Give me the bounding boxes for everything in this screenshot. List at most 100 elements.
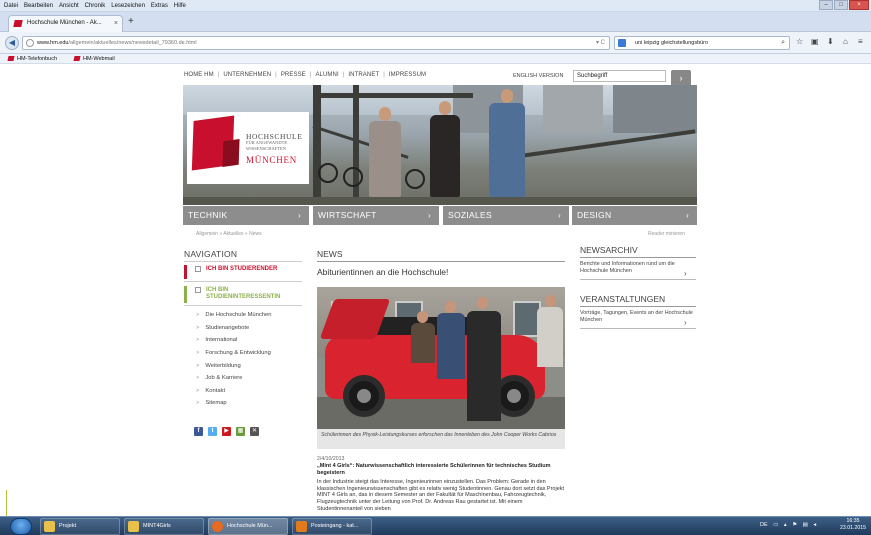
- network-icon[interactable]: ▤: [803, 522, 808, 528]
- topnav-home[interactable]: HOME HM: [184, 72, 214, 78]
- clock-date: 23.01.2015: [840, 525, 866, 531]
- nav-item-forschung[interactable]: > Forschung & Entwicklung: [196, 350, 271, 356]
- star-icon[interactable]: ☆: [796, 37, 803, 46]
- maximize-icon[interactable]: □: [834, 0, 848, 10]
- nav-item-label: Forschung & Entwicklung: [205, 350, 271, 356]
- nav-studieninteressentin[interactable]: ICH BIN STUDIENINTERESSENTIN: [184, 286, 302, 303]
- divider: [580, 257, 696, 258]
- newsarchiv-heading[interactable]: NEWSARCHIV: [580, 245, 638, 255]
- url-bar[interactable]: www.hm.edu/allgemein/aktuelles/news/news…: [22, 36, 610, 50]
- bookmark-telefonbuch[interactable]: HM-Telefonbuch: [7, 54, 57, 64]
- chevron-right-icon[interactable]: ›: [684, 318, 687, 327]
- taskbar-outlook[interactable]: Posteingang - kat...: [292, 518, 372, 535]
- nav-item-kontakt[interactable]: > Kontakt: [196, 388, 225, 394]
- keyboard-icon[interactable]: ▭: [773, 522, 778, 528]
- nav-item-international[interactable]: > International: [196, 337, 237, 343]
- article-date: 2/4/10/2013: [317, 456, 345, 462]
- newsarchiv-text[interactable]: Berichte und Informationen rund um die H…: [580, 261, 700, 275]
- veranstaltungen-heading[interactable]: VERANSTALTUNGEN: [580, 294, 665, 304]
- topnav-presse[interactable]: PRESSE: [281, 72, 306, 78]
- topnav-impressum[interactable]: IMPRESSUM: [389, 72, 426, 78]
- reload-icon[interactable]: ▾ C: [596, 37, 605, 49]
- photo-caption: Schülerinnen des Physik-Leistungskurses …: [317, 429, 565, 449]
- nav-item-label: Studienangebote: [205, 325, 250, 331]
- logo-text-subtitle: FÜR ANGEWANDTE WISSENSCHAFTEN: [246, 140, 288, 151]
- browser-search-field[interactable]: uni leipzig gleichstellungsbüro ⌕: [614, 36, 790, 50]
- menu-hilfe[interactable]: Hilfe: [174, 0, 186, 12]
- category-wirtschaft[interactable]: WIRTSCHAFT ›: [313, 206, 439, 225]
- nav-item-label: Weiterbildung: [205, 363, 241, 369]
- start-button-icon[interactable]: [10, 518, 32, 535]
- checkbox-icon: [195, 287, 201, 293]
- site-search-input[interactable]: Suchbegriff: [573, 70, 666, 82]
- clock[interactable]: 16:35 23.01.2015: [838, 518, 868, 532]
- menu-icon[interactable]: ≡: [858, 37, 863, 46]
- system-tray: DE ▭ ▴ ⚑ ▤ ◂: [760, 518, 816, 535]
- menu-extras[interactable]: Extras: [151, 0, 168, 12]
- nav-item-weiterbildung[interactable]: > Weiterbildung: [196, 363, 241, 369]
- youtube-icon[interactable]: ▶: [222, 427, 231, 436]
- new-tab-button[interactable]: +: [128, 16, 134, 28]
- twitter-icon[interactable]: t: [208, 427, 217, 436]
- menu-bearbeiten[interactable]: Bearbeiten: [24, 0, 53, 12]
- chevron-right-icon: ›: [298, 211, 301, 220]
- search-engine-icon[interactable]: [618, 39, 626, 47]
- reader-link[interactable]: Reader minieren: [648, 231, 685, 237]
- topnav-intranet[interactable]: INTRANET: [348, 72, 379, 78]
- download-icon[interactable]: ⬇: [827, 37, 834, 46]
- image-gallery-icon[interactable]: ▦: [236, 427, 245, 436]
- menu-ansicht[interactable]: Ansicht: [59, 0, 79, 12]
- divider: [184, 305, 302, 306]
- chevron-right-icon[interactable]: ›: [684, 269, 687, 278]
- clipboard-icon[interactable]: ▣: [811, 37, 819, 46]
- nav-studieninteressentin-label: ICH BIN STUDIENINTERESSENTIN: [206, 287, 281, 300]
- flag-icon[interactable]: ⚑: [792, 522, 797, 528]
- taskbar-projekt[interactable]: Projekt: [40, 518, 120, 535]
- bookmark-webmail[interactable]: HM-Webmail: [73, 54, 115, 64]
- web-page: HOME HM | UNTERNEHMEN | PRESSE | ALUMNI | INTRAN…: [0, 65, 871, 516]
- language-indicator[interactable]: DE: [760, 522, 768, 528]
- hm-bookmark-icon: [7, 56, 15, 61]
- volume-icon[interactable]: ◂: [813, 522, 816, 528]
- tab-hochschule[interactable]: Hochschule München - Ak... ×: [8, 15, 123, 32]
- nav-studierender[interactable]: ICH BIN STUDIERENDER: [184, 265, 302, 279]
- facebook-icon[interactable]: f: [194, 427, 203, 436]
- nav-item-studienangebote[interactable]: > Studienangebote: [196, 325, 249, 331]
- nav-item-hochschule[interactable]: > Die Hochschule München: [196, 312, 271, 318]
- taskbar-mint4girls[interactable]: MINT4Girls: [124, 518, 204, 535]
- tab-close-icon[interactable]: ×: [114, 16, 118, 31]
- category-soziales[interactable]: SOZIALES ›: [443, 206, 569, 225]
- minimize-icon[interactable]: –: [819, 0, 833, 10]
- logo-text-muenchen: MÜNCHEN: [246, 155, 298, 165]
- nav-item-sitemap[interactable]: > Sitemap: [196, 400, 227, 406]
- close-window-icon[interactable]: ×: [849, 0, 869, 10]
- checkbox-icon: [195, 266, 201, 272]
- xing-icon[interactable]: ✕: [250, 427, 259, 436]
- taskbar-firefox[interactable]: Hochschule Mün...: [208, 518, 288, 535]
- category-label: WIRTSCHAFT: [318, 210, 377, 220]
- menu-chronik[interactable]: Chronik: [85, 0, 106, 12]
- hm-logo[interactable]: HOCHSCHULE FÜR ANGEWANDTE WISSENSCHAFTEN…: [187, 112, 309, 184]
- topnav-alumni[interactable]: ALUMNI: [315, 72, 338, 78]
- nav-item-label: Sitemap: [205, 400, 227, 406]
- back-arrow-icon[interactable]: ◀: [5, 36, 19, 50]
- category-design[interactable]: DESIGN ›: [572, 206, 697, 225]
- taskbar-label: MINT4Girls: [143, 523, 171, 529]
- nav-item-karriere[interactable]: > Job & Karriere: [196, 375, 242, 381]
- arrow-up-icon[interactable]: ▴: [784, 522, 787, 528]
- url-host: www.hm.edu: [37, 40, 69, 46]
- menu-datei[interactable]: Datei: [4, 0, 18, 12]
- globe-icon: [26, 39, 34, 47]
- veranstaltungen-text[interactable]: Vorträge, Tagungen, Events an der Hochsc…: [580, 310, 700, 324]
- search-icon[interactable]: ⌕: [781, 37, 785, 49]
- home-icon[interactable]: ⌂: [843, 37, 848, 46]
- taskbar: Projekt MINT4Girls Hochschule Mün... Pos…: [0, 516, 871, 535]
- top-navigation: HOME HM | UNTERNEHMEN | PRESSE | ALUMNI | INTRAN…: [184, 72, 427, 78]
- topnav-unternehmen[interactable]: UNTERNEHMEN: [223, 72, 271, 78]
- category-technik[interactable]: TECHNIK ›: [183, 206, 309, 225]
- taskbar-label: Posteingang - kat...: [311, 523, 359, 529]
- english-version-link[interactable]: ENGLISH VERSION: [513, 73, 563, 79]
- menu-lesezeichen[interactable]: Lesezeichen: [111, 0, 145, 12]
- category-label: SOZIALES: [448, 210, 492, 220]
- breadcrumb[interactable]: Allgemein » Aktuelles » News: [196, 231, 262, 237]
